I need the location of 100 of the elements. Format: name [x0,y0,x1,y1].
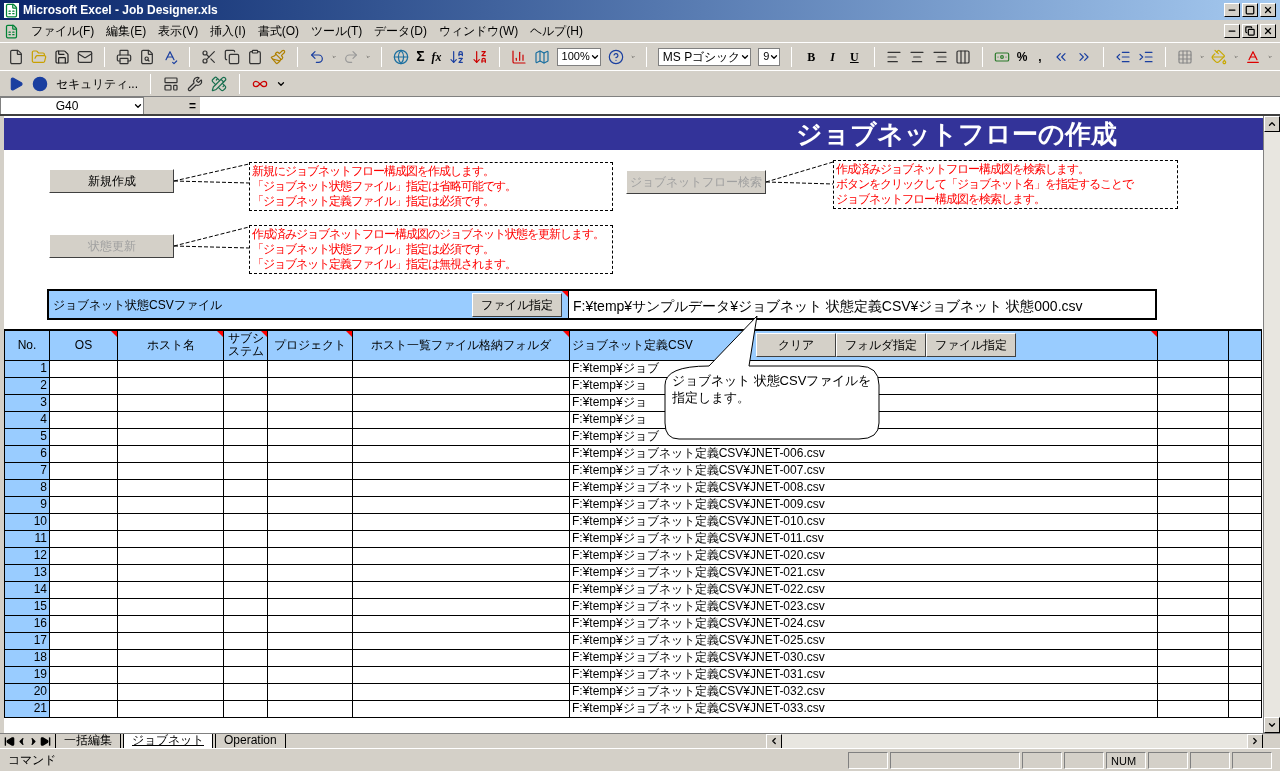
minimize-button[interactable] [1224,3,1240,17]
spreadsheet-icon [4,2,19,18]
minimize-button[interactable] [1224,24,1240,38]
table-cell: F:¥temp¥ジョブネット定義CSV¥JNET-031.csv [569,666,1158,683]
close-button[interactable] [1260,24,1276,38]
column-header: プロジェクト [267,330,353,360]
action-button[interactable]: 新規作成 [49,169,174,193]
sheet-tab[interactable]: Operation [215,733,286,749]
help-icon[interactable] [607,48,624,65]
column-header: サブシステム [223,330,268,360]
note-text: 作成済みジョブネットフロー構成図を検索します。 [836,162,1090,177]
cut-icon[interactable] [201,48,217,65]
spelling-icon[interactable] [162,48,178,65]
scroll-up-icon[interactable] [1267,119,1277,129]
comment-indicator-icon [1151,331,1157,337]
run-icon[interactable] [8,75,24,92]
autosum-button[interactable]: Σ [416,46,425,67]
menu-item[interactable]: 表示(V) [158,22,199,40]
window-title: Microsoft Excel - Job Designer.xls [23,2,218,19]
toolbox-icon[interactable] [163,75,179,92]
fill-color-icon[interactable] [1210,48,1227,65]
sort-descending-icon[interactable] [471,48,488,65]
scroll-right-icon[interactable] [1250,736,1260,746]
scroll-down-icon[interactable] [1267,720,1277,730]
note-text: ジョブネットフロー構成図を検索します。 [836,192,1046,207]
horizontal-scrollbar[interactable] [765,733,1263,749]
status-panel [848,751,888,769]
status-panel [1190,751,1230,769]
menu-item[interactable]: ヘルプ(H) [530,22,583,40]
underline-button[interactable]: U [846,47,863,66]
map-icon[interactable] [533,48,550,65]
workbook-icon[interactable] [4,23,19,39]
menu-item[interactable]: ツール(T) [311,22,363,40]
first-sheet-icon[interactable] [4,735,15,747]
table-cell: F:¥temp¥ジョブネット定義CSV¥JNET-025.csv [569,632,1158,649]
label-text: ジョブネット状態CSVファイル [53,296,222,314]
comma-button[interactable]: , [1034,47,1046,66]
italic-button[interactable]: I [826,47,839,66]
sort-ascending-icon[interactable] [448,48,465,65]
last-sheet-icon[interactable] [40,735,51,747]
comment-indicator-icon [111,331,117,337]
table-button[interactable]: ファイル指定 [926,333,1016,358]
callout-text: 指定します。 [672,389,751,406]
design-mode-icon[interactable] [211,75,227,92]
restore-button[interactable] [1242,24,1258,38]
menu-item[interactable]: ファイル(F) [31,22,95,40]
file-select-button[interactable]: ファイル指定 [472,292,562,317]
vertical-scrollbar[interactable] [1263,116,1280,733]
close-icon [1263,5,1273,15]
status-panel [1022,751,1062,769]
page-title: ジョブネットフローの作成 [796,117,1117,151]
merge-center-icon[interactable] [954,48,971,65]
table-button[interactable]: クリア [756,333,836,358]
print-preview-icon[interactable] [139,48,155,65]
font-color-icon[interactable] [1244,48,1261,65]
tools-icon[interactable] [187,75,203,92]
table-button[interactable]: フォルダ指定 [836,333,926,358]
next-sheet-icon[interactable] [28,735,39,747]
bold-button[interactable]: B [803,47,820,66]
close-button[interactable] [1260,3,1276,17]
chart-icon[interactable] [510,48,527,65]
copy-icon[interactable] [224,48,240,65]
font-dropdown[interactable]: MS Pゴシック [657,47,752,66]
print-icon[interactable] [116,48,132,65]
mail-icon[interactable] [77,48,93,65]
font-size-dropdown[interactable]: 9 [758,47,781,66]
sheet-tab[interactable]: ジョブネット [123,733,213,749]
globe-icon[interactable] [393,48,410,65]
column-header: ホスト一覧ファイル格納フォルダ [352,330,570,360]
num-lock-indicator: NUM [1106,751,1146,769]
table-cell: F:¥temp¥ジョブネット定義CSV¥JNET-032.csv [569,683,1158,700]
name-box[interactable]: G40 [0,96,144,115]
note-text: 「ジョブネット状態ファイル」指定は省略可能です。 [252,179,517,194]
note-text: 「ジョブネット状態ファイル」指定は必須です。 [252,242,495,257]
table-cell: F:¥temp¥ジョブネット定義CSV¥JNET-009.csv [569,496,1158,513]
record-icon[interactable] [32,75,48,92]
new-file-icon[interactable] [8,48,24,65]
save-icon[interactable] [54,48,70,65]
percent-button[interactable]: % [1016,47,1028,66]
comment-indicator-icon [346,331,352,337]
paste-icon[interactable] [247,48,263,65]
column-header: ホスト名 [117,330,224,360]
function-button[interactable]: fx [431,47,442,66]
security-button[interactable]: セキュリティ... [56,74,138,93]
menu-item[interactable]: 編集(E) [106,22,147,40]
table-cell: F:¥temp¥ジョブネット定義CSV¥JNET-023.csv [569,598,1158,615]
maximize-button[interactable] [1242,3,1258,17]
undo-icon[interactable] [309,48,325,65]
table-cell: F:¥temp¥ジョブネット定義CSV¥JNET-011.csv [569,530,1158,547]
status-panel [1148,751,1188,769]
sheet-tab[interactable]: 一括編集 [55,733,121,749]
menu-item[interactable]: ウィンドウ(W) [439,22,519,40]
status-panel [1064,751,1104,769]
table-cell: F:¥temp¥ジョブネット定義CSV¥JNET-007.csv [569,462,1158,479]
menu-item[interactable]: 挿入(I) [210,22,246,40]
menu-item[interactable]: 書式(O) [257,22,299,40]
maximize-icon [1245,5,1255,15]
zoom-dropdown[interactable]: 100% [556,47,601,66]
table-cell: F:¥temp¥ジョブネット定義CSV¥JNET-010.csv [569,513,1158,530]
menu-item[interactable]: データ(D) [374,22,427,40]
